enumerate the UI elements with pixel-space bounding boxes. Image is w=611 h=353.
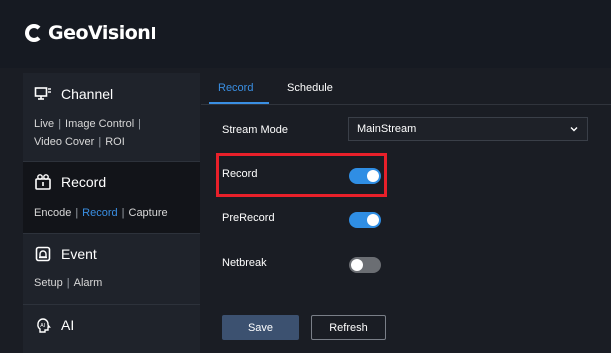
stream-mode-select[interactable]: MainStream [348, 117, 588, 141]
sidebar-item-record[interactable]: Record [34, 162, 189, 202]
sidebar-item-label: Record [61, 174, 107, 190]
svg-text:AI: AI [40, 323, 45, 329]
link-video-cover[interactable]: Video Cover [34, 136, 94, 148]
brand-name: GeoVision [48, 22, 151, 44]
event-links: Setup | Alarm [34, 277, 103, 289]
sidebar-group-event: Event Setup | Alarm [23, 234, 200, 305]
link-image-control[interactable]: Image Control [65, 118, 134, 130]
sidebar-item-ai[interactable]: AI AI [34, 305, 189, 345]
link-setup[interactable]: Setup [34, 277, 63, 289]
sidebar-item-label: Event [61, 246, 97, 262]
link-capture[interactable]: Capture [129, 207, 168, 219]
link-record[interactable]: Record [82, 207, 117, 219]
alarm-icon [35, 246, 51, 262]
sidebar-item-label: AI [61, 317, 75, 333]
sidebar-group-record: Record Encode | Record | Capture [23, 162, 200, 234]
prerecord-label: PreRecord [222, 212, 275, 224]
save-button[interactable]: Save [222, 315, 299, 340]
record-toggle[interactable] [349, 168, 381, 184]
ai-brain-icon: AI [37, 318, 51, 333]
tab-bar: Record Schedule [201, 73, 611, 105]
stream-mode-value: MainStream [357, 123, 417, 135]
tab-schedule[interactable]: Schedule [287, 82, 333, 94]
refresh-button[interactable]: Refresh [311, 315, 386, 340]
sidebar-group-channel: Channel Live | Image Control | Video Cover |… [23, 73, 200, 162]
active-tab-indicator [209, 102, 269, 104]
brand-logo: GeoVision [25, 22, 156, 44]
main-panel: Record Schedule Stream Mode MainStream R… [201, 73, 611, 353]
monitor-icon [34, 87, 51, 100]
chevron-down-icon [570, 127, 578, 132]
link-live[interactable]: Live [34, 118, 54, 130]
sidebar-group-ai: AI AI [23, 305, 200, 345]
sidebar: Channel Live | Image Control | Video Cover |… [23, 73, 200, 353]
tab-record[interactable]: Record [218, 82, 253, 94]
link-alarm[interactable]: Alarm [74, 277, 103, 289]
record-links: Encode | Record | Capture [34, 207, 168, 219]
sidebar-item-event[interactable]: Event [34, 234, 189, 274]
stream-mode-label: Stream Mode [222, 124, 289, 136]
top-bar: GeoVision [0, 0, 611, 68]
link-roi[interactable]: ROI [105, 136, 125, 148]
link-encode[interactable]: Encode [34, 207, 71, 219]
netbreak-label: Netbreak [222, 257, 267, 269]
netbreak-toggle[interactable] [349, 257, 381, 273]
sidebar-item-label: Channel [61, 86, 114, 102]
record-label: Record [222, 168, 258, 180]
video-recorder-icon [35, 174, 51, 190]
logo-mark-icon [25, 24, 43, 42]
prerecord-toggle[interactable] [349, 212, 381, 228]
channel-links: Live | Image Control | Video Cover | ROI [34, 118, 141, 148]
sidebar-item-channel[interactable]: Channel [34, 73, 189, 115]
